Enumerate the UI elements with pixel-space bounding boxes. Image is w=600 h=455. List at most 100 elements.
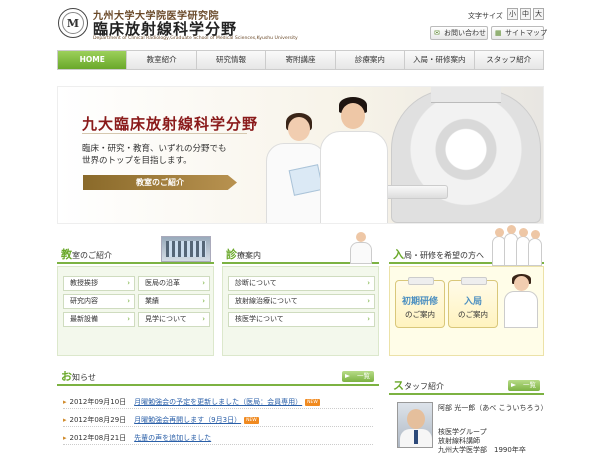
lab-intro-box: 教授挨拶 › 医局の沿革 › 研究内容 › 業績 › 最新設備 › 見学について › bbox=[57, 266, 214, 356]
mail-icon: ✉ bbox=[434, 29, 440, 37]
hero-banner: 九大臨床放射線科学分野 臨床・研究・教育、いずれの分野でも 世界のトップを目指し… bbox=[57, 86, 544, 224]
heading-rest: 療案内 bbox=[237, 251, 261, 260]
training-label-1: 初期研修 bbox=[401, 297, 438, 307]
link-visit[interactable]: 見学について › bbox=[138, 312, 210, 327]
join-guide-button[interactable]: 入局 のご案内 bbox=[448, 277, 498, 328]
heading-rest: タッフ紹介 bbox=[404, 382, 444, 391]
arrow-right-icon: › bbox=[127, 315, 130, 323]
contact-button[interactable]: ✉ お問い合わせ bbox=[430, 26, 488, 40]
link-label: 放射線治療について bbox=[235, 297, 298, 305]
nav-endowed-chair[interactable]: 寄附講座 bbox=[265, 51, 334, 69]
emblem-letter: M bbox=[62, 12, 84, 34]
hero-tagline-2: 世界のトップを目指します。 bbox=[82, 156, 192, 166]
heading-first-char: 教 bbox=[61, 248, 72, 261]
link-diagnosis[interactable]: 診断について › bbox=[228, 276, 375, 291]
link-nuclear-medicine[interactable]: 核医学について › bbox=[228, 312, 375, 327]
join-label-1: 入局 bbox=[463, 297, 482, 307]
bullet-icon: ▸ bbox=[63, 416, 67, 424]
link-label: 核医学について bbox=[235, 315, 284, 323]
staff-name[interactable]: 阿部 光一郎（あべ こういちろう） bbox=[438, 404, 547, 413]
staff-photo[interactable] bbox=[397, 402, 433, 448]
news-item: ▸ 2012年08月21日 先輩の声を追加しました bbox=[63, 431, 373, 445]
staff-group-image bbox=[492, 225, 544, 266]
arrow-right-icon: › bbox=[127, 279, 130, 287]
font-size-label: 文字サイズ bbox=[468, 12, 503, 20]
link-equipment[interactable]: 最新設備 › bbox=[63, 312, 135, 327]
sitemap-label: サイトマップ bbox=[505, 29, 547, 37]
arrow-right-icon: › bbox=[367, 315, 370, 323]
global-nav: HOME 教室紹介 研究情報 寄附講座 診療案内 入局・研修案内 スタッフ紹介 bbox=[57, 50, 544, 70]
arrow-right-icon: › bbox=[202, 315, 205, 323]
news-item: ▸ 2012年08月29日 月曜勉強会再開します（9月3日） NEW bbox=[63, 413, 373, 427]
news-list-button[interactable]: 一覧 bbox=[342, 371, 374, 382]
link-history[interactable]: 医局の沿革 › bbox=[138, 276, 210, 291]
doctor-face bbox=[341, 103, 365, 129]
link-research-content[interactable]: 研究内容 › bbox=[63, 294, 135, 309]
hero-title: 九大臨床放射線科学分野 bbox=[82, 115, 259, 133]
arrow-right-icon: › bbox=[367, 297, 370, 305]
join-label-2: のご案内 bbox=[458, 310, 488, 319]
sitemap-button[interactable]: ▦ サイトマップ bbox=[491, 26, 547, 40]
arrow-right-icon: › bbox=[202, 297, 205, 305]
training-label-2: のご案内 bbox=[405, 310, 435, 319]
link-radiotherapy[interactable]: 放射線治療について › bbox=[228, 294, 375, 309]
link-label: 最新設備 bbox=[70, 315, 98, 323]
hero-divider bbox=[82, 133, 247, 134]
link-achievements[interactable]: 業績 › bbox=[138, 294, 210, 309]
button-tab bbox=[461, 277, 487, 285]
link-label: 研究内容 bbox=[70, 297, 98, 305]
contact-label: お問い合わせ bbox=[444, 29, 486, 37]
nurse-face bbox=[288, 117, 310, 141]
news-link[interactable]: 月曜勉強会の予定を更新しました（医局：会員専用） bbox=[134, 398, 302, 406]
news-date: 2012年09月10日 bbox=[69, 398, 127, 406]
font-size-large-button[interactable]: 大 bbox=[533, 8, 544, 20]
ct-scanner-image bbox=[391, 89, 541, 223]
link-label: 教授挨拶 bbox=[70, 279, 98, 287]
link-label: 医局の沿革 bbox=[145, 279, 180, 287]
news-date: 2012年08月29日 bbox=[69, 416, 127, 424]
site-header: M 九州大学大学院医学研究院 臨床放射線科学分野 Department of C… bbox=[0, 0, 600, 46]
clinical-box: 診断について › 放射線治療について › 核医学について › bbox=[222, 266, 379, 356]
hero-tagline-1: 臨床・研究・教育、いずれの分野でも bbox=[82, 144, 227, 154]
link-label: 業績 bbox=[145, 297, 159, 305]
arrow-right-icon: › bbox=[127, 297, 130, 305]
nav-staff[interactable]: スタッフ紹介 bbox=[473, 51, 543, 69]
heading-first-char: 診 bbox=[226, 248, 237, 261]
font-size-medium-button[interactable]: 中 bbox=[520, 8, 531, 20]
nav-research[interactable]: 研究情報 bbox=[195, 51, 265, 69]
heading-rest: 局・研修を希望の方へ bbox=[404, 251, 484, 260]
ct-panel-image bbox=[431, 87, 501, 103]
lab-intro-button[interactable]: 教室のご紹介 bbox=[83, 175, 237, 190]
bullet-icon: ▸ bbox=[63, 398, 67, 406]
bullet-icon: ▸ bbox=[63, 434, 67, 442]
news-heading: お知らせ bbox=[57, 368, 379, 386]
link-professor-greeting[interactable]: 教授挨拶 › bbox=[63, 276, 135, 291]
building-image bbox=[161, 236, 211, 262]
link-label: 診断について bbox=[235, 279, 277, 287]
heading-first-char: ス bbox=[393, 379, 404, 392]
sitemap-icon: ▦ bbox=[495, 29, 502, 37]
font-size-small-button[interactable]: 小 bbox=[507, 8, 518, 20]
nav-lab-intro[interactable]: 教室紹介 bbox=[126, 51, 195, 69]
university-emblem-icon[interactable]: M bbox=[58, 8, 88, 38]
heading-rest: 室のご紹介 bbox=[72, 251, 112, 260]
nav-recruitment[interactable]: 入局・研修案内 bbox=[404, 51, 473, 69]
button-tab bbox=[408, 277, 434, 285]
staff-list-button[interactable]: 一覧 bbox=[508, 380, 540, 391]
new-badge: NEW bbox=[244, 416, 259, 424]
doctor-thumb-image bbox=[350, 232, 372, 264]
staff-graduation: 九州大学医学部 1990年卒 bbox=[438, 446, 526, 454]
arrow-right-icon: › bbox=[202, 279, 205, 287]
initial-training-button[interactable]: 初期研修 のご案内 bbox=[395, 277, 445, 328]
nav-home[interactable]: HOME bbox=[58, 51, 127, 69]
news-link[interactable]: 先輩の声を追加しました bbox=[134, 434, 211, 442]
heading-rest: 知らせ bbox=[72, 373, 96, 382]
arrow-right-icon: › bbox=[367, 279, 370, 287]
news-item: ▸ 2012年09月10日 月曜勉強会の予定を更新しました（医局：会員専用） NEW bbox=[63, 395, 373, 409]
nav-clinical[interactable]: 診療案内 bbox=[334, 51, 404, 69]
heading-first-char: お bbox=[61, 370, 72, 383]
news-date: 2012年08月21日 bbox=[69, 434, 127, 442]
news-link[interactable]: 月曜勉強会再開します（9月3日） bbox=[134, 416, 241, 424]
english-title: Department of Clinical Radiology,Graduat… bbox=[93, 36, 298, 41]
heading-first-char: 入 bbox=[393, 248, 404, 261]
